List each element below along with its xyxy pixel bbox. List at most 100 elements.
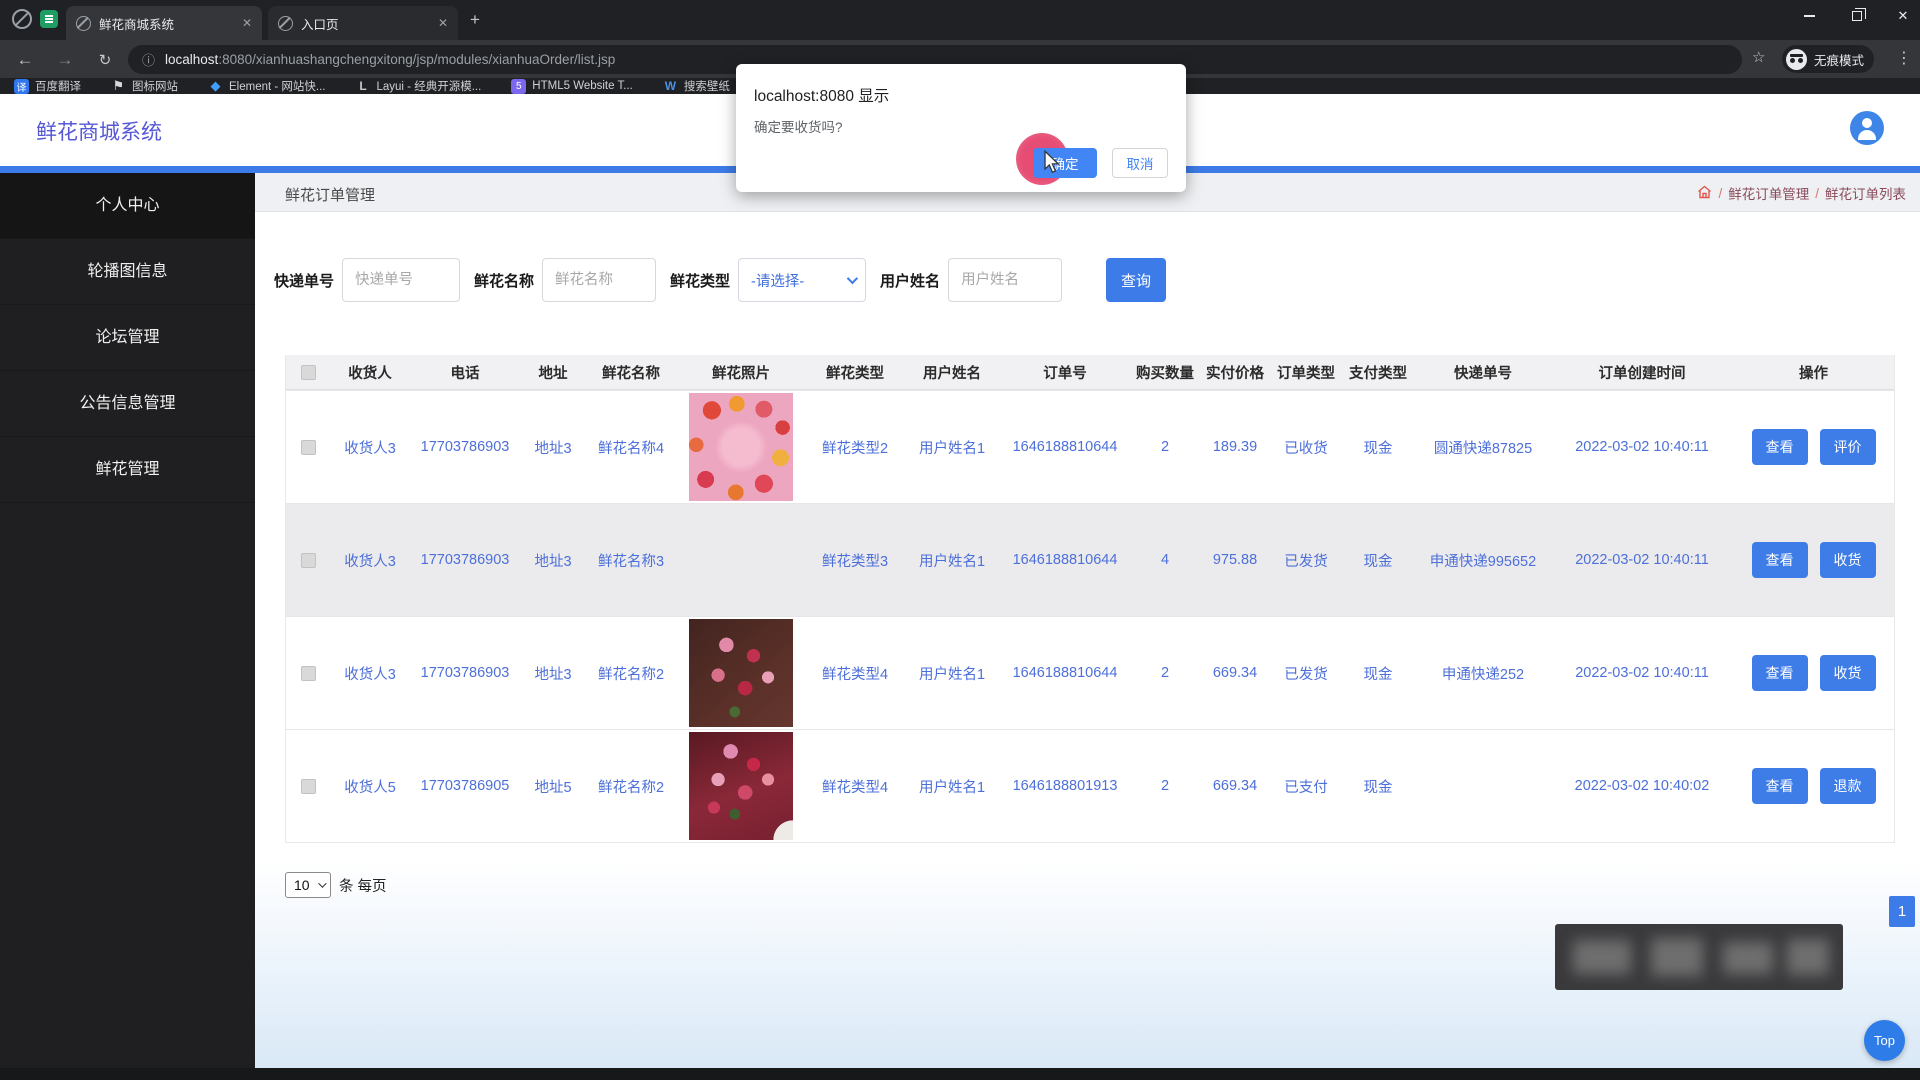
flag-icon: ⚑ <box>112 78 125 93</box>
reload-icon[interactable]: ↻ <box>92 47 118 73</box>
cell-receiver: 收货人3 <box>344 666 396 683</box>
flower-photo <box>689 506 793 614</box>
bookmark-baidu-translate[interactable]: 译 百度翻译 <box>14 78 81 94</box>
scroll-to-top-button[interactable]: Top <box>1864 1020 1905 1061</box>
user-avatar[interactable] <box>1850 111 1884 145</box>
table-header-row: 收货人 电话 地址 鲜花名称 鲜花照片 鲜花类型 用户姓名 订单号 购买数量 实… <box>286 355 1894 390</box>
cell-address: 地址3 <box>534 666 572 683</box>
bookmark-html5-template[interactable]: 5 HTML5 Website T... <box>511 78 633 94</box>
flower-type-label: 鲜花类型 <box>670 272 731 290</box>
flower-photo <box>689 619 793 727</box>
menu-dots-icon[interactable]: ⋮ <box>1896 48 1912 68</box>
sidebar-item-carousel[interactable]: 轮播图信息 <box>0 239 255 305</box>
minimize-icon <box>1803 15 1815 17</box>
main-content: 鲜花订单管理 / 鲜花订单管理 / 鲜花订单列表 快递单号 鲜花名称 鲜花类型 … <box>255 173 1920 1080</box>
restore-button[interactable] <box>1834 0 1880 32</box>
cell-pay-type: 现金 <box>1363 440 1393 457</box>
flower-name-input[interactable] <box>542 258 657 302</box>
sidebar-item-personal-center[interactable]: 个人中心 <box>0 173 255 239</box>
cell-price: 669.34 <box>1212 665 1258 681</box>
cell-qty: 4 <box>1160 552 1170 568</box>
receive-button[interactable]: 收货 <box>1819 655 1876 691</box>
url-host: localhost <box>165 52 219 67</box>
bookmark-star-icon[interactable]: ☆ <box>1752 48 1765 66</box>
cell-address: 地址3 <box>534 553 572 570</box>
cell-order-type: 已发货 <box>1284 553 1328 570</box>
tab-strip: 鲜花商城系统 ✕ 入口页 ✕ + ✕ <box>0 0 1920 40</box>
close-icon[interactable]: ✕ <box>242 16 252 30</box>
cell-order-type: 已发货 <box>1284 666 1328 683</box>
breadcrumb: / 鲜花订单管理 / 鲜花订单列表 <box>1697 183 1906 203</box>
cell-user: 用户姓名1 <box>918 666 986 683</box>
sidebar: 个人中心 轮播图信息 论坛管理 公告信息管理 鲜花管理 <box>0 173 255 1080</box>
sidebar-item-announcement[interactable]: 公告信息管理 <box>0 371 255 437</box>
tab-entry-page[interactable]: 入口页 ✕ <box>268 6 458 40</box>
cell-order-type: 已收货 <box>1284 440 1328 457</box>
cell-flower-type: 鲜花类型4 <box>821 779 889 796</box>
cell-phone: 17703786903 <box>420 552 510 568</box>
cell-order-type: 已支付 <box>1284 779 1328 796</box>
breadcrumb-order-management[interactable]: 鲜花订单管理 <box>1728 183 1809 203</box>
view-button[interactable]: 查看 <box>1751 429 1808 465</box>
cell-created: 2022-03-02 10:40:11 <box>1575 439 1709 455</box>
receive-button[interactable]: 收货 <box>1819 542 1876 578</box>
row-checkbox[interactable] <box>301 665 316 681</box>
row-checkbox[interactable] <box>301 552 316 568</box>
row-checkbox[interactable] <box>301 439 316 455</box>
close-window-button[interactable]: ✕ <box>1880 0 1920 32</box>
cell-phone: 17703786905 <box>420 778 510 794</box>
browser-logo-icon <box>12 9 32 29</box>
page-number-button[interactable]: 1 <box>1889 896 1915 927</box>
green-docs-icon[interactable] <box>40 10 58 28</box>
orders-table: 收货人 电话 地址 鲜花名称 鲜花照片 鲜花类型 用户姓名 订单号 购买数量 实… <box>285 355 1895 843</box>
cell-pay-type: 现金 <box>1363 666 1393 683</box>
site-info-icon[interactable]: ⓘ <box>142 50 155 69</box>
browser-alert-dialog: localhost:8080 显示 确定要收货吗? 确定 取消 <box>736 64 1186 192</box>
tab-flower-shop[interactable]: 鲜花商城系统 ✕ <box>66 6 262 40</box>
refund-button[interactable]: 退款 <box>1819 768 1876 804</box>
cell-receiver: 收货人3 <box>344 553 396 570</box>
bookmark-layui[interactable]: L Layui - 经典开源模... <box>356 78 481 94</box>
home-icon[interactable] <box>1697 185 1712 202</box>
courier-input[interactable] <box>342 258 461 302</box>
table-row: 收货人3 17703786903 地址3 鲜花名称2 鲜花类型4 用户姓名1 1… <box>286 616 1894 729</box>
chevron-down-icon <box>318 879 327 888</box>
bottom-edge <box>0 1068 1920 1080</box>
cell-address: 地址5 <box>534 779 572 796</box>
minimize-button[interactable] <box>1786 0 1832 32</box>
flower-type-select[interactable]: -请选择- <box>738 258 867 302</box>
row-checkbox[interactable] <box>301 778 316 794</box>
cell-user: 用户姓名1 <box>918 440 986 457</box>
sidebar-item-flower-management[interactable]: 鲜花管理 <box>0 437 255 503</box>
search-button[interactable]: 查询 <box>1106 258 1167 302</box>
cell-order-no: 1646188810644 <box>1012 552 1118 568</box>
cell-courier: 圆通快递87825 <box>1433 440 1533 457</box>
forward-icon[interactable]: → <box>52 47 78 73</box>
back-icon[interactable]: ← <box>12 47 38 73</box>
cell-address: 地址3 <box>534 440 572 457</box>
cell-phone: 17703786903 <box>420 439 510 455</box>
view-button[interactable]: 查看 <box>1751 655 1808 691</box>
user-name-label: 用户姓名 <box>880 272 941 290</box>
cell-qty: 2 <box>1160 439 1170 455</box>
user-name-input[interactable] <box>948 258 1063 302</box>
select-all-checkbox[interactable] <box>301 364 316 380</box>
breadcrumb-order-list[interactable]: 鲜花订单列表 <box>1825 183 1906 203</box>
cell-pay-type: 现金 <box>1363 553 1393 570</box>
review-button[interactable]: 评价 <box>1819 429 1876 465</box>
incognito-icon <box>1786 48 1807 70</box>
bookmark-wallpaper[interactable]: W 搜索壁纸 <box>663 78 730 94</box>
view-button[interactable]: 查看 <box>1751 542 1808 578</box>
sidebar-item-forum[interactable]: 论坛管理 <box>0 305 255 371</box>
cancel-button[interactable]: 取消 <box>1112 148 1168 178</box>
cell-flower-name: 鲜花名称4 <box>597 440 665 457</box>
view-button[interactable]: 查看 <box>1751 768 1808 804</box>
bookmark-icon-site[interactable]: ⚑ 图标网站 <box>111 78 178 94</box>
cell-flower-name: 鲜花名称2 <box>597 779 665 796</box>
bookmark-element[interactable]: ◆ Element - 网站快... <box>208 78 326 94</box>
close-icon[interactable]: ✕ <box>438 16 448 30</box>
new-tab-button[interactable]: + <box>470 10 480 30</box>
tab-title: 入口页 <box>301 17 339 32</box>
per-page-select[interactable]: 10 <box>285 872 331 898</box>
baidu-translate-icon: 译 <box>14 78 29 94</box>
